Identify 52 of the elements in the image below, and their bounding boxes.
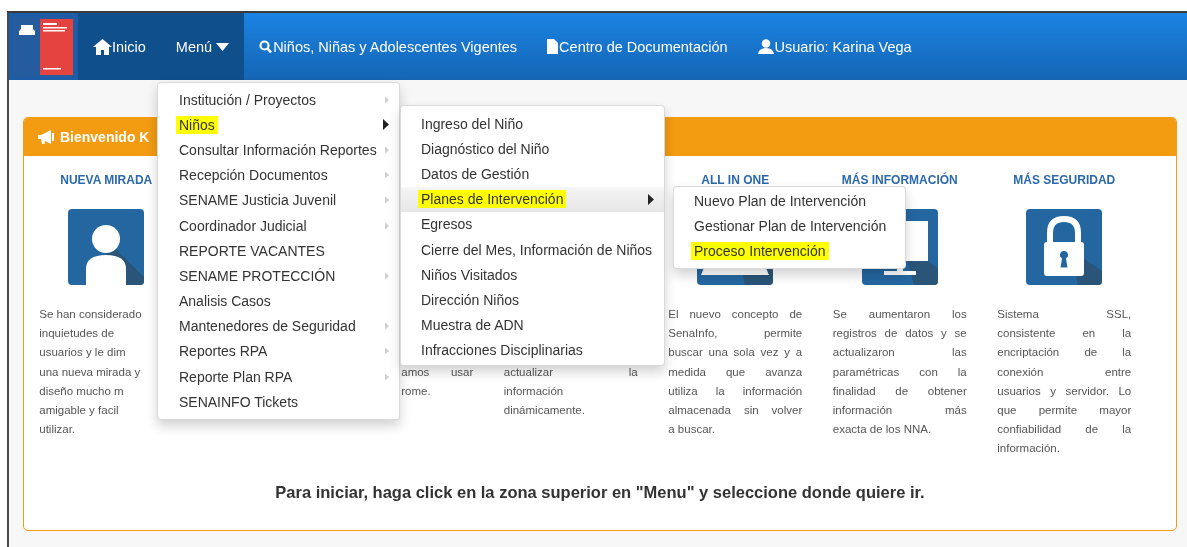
menu-item[interactable]: Infracciones Disciplinarias: [401, 337, 664, 363]
menu-item[interactable]: SENAINFO Tickets: [158, 389, 399, 415]
instruction-text: Para iniciar, haga click en la zona superior en "Menu" y seleccione donde quiere ir.: [274, 483, 926, 502]
menu-item[interactable]: Muestra de ADN: [401, 312, 664, 338]
menu-item[interactable]: Planes de Intervención: [401, 186, 664, 212]
document-icon: [547, 39, 559, 54]
column-description: actualizar la información dinámicamente.: [503, 364, 638, 418]
nav-link[interactable]: Inicio: [78, 13, 161, 80]
menu-item[interactable]: Proceso Intervención: [674, 238, 905, 264]
menu-item[interactable]: Recepción Documentos: [158, 162, 399, 188]
megaphone-icon: [38, 130, 56, 144]
menu-item[interactable]: Gestionar Plan de Intervención: [674, 213, 905, 239]
column-description: El nuevo concepto de SenaInfo, permite buscar una sola vez y a medida que avanza utiliza la información almacenada sin volver a buscar.: [668, 307, 803, 438]
column-description: amos usar rome.: [401, 364, 474, 399]
search-icon: [259, 39, 273, 54]
column-description: Sistema SSL, consistente en la encriptación de la conexión entre usuarios y servidor. Lo que permite mayor confiabilidad de la información.: [997, 307, 1132, 457]
menu-item[interactable]: Coordinador Judicial: [158, 212, 399, 239]
menu-item[interactable]: Dirección Niños: [401, 287, 664, 313]
nav-link[interactable]: Niños, Niñas y Adolescentes Vigentes: [244, 13, 533, 80]
menu-item[interactable]: Consultar Información Reportes: [158, 137, 399, 163]
column-title: MÁS INFORMACIÓN: [841, 173, 958, 187]
menu-item[interactable]: SENAME Justicia Juvenil: [158, 187, 399, 213]
menu-item[interactable]: Niños Visitados: [401, 262, 664, 288]
nav-link[interactable]: Menú: [160, 13, 245, 80]
column-description: Se han considerado inquietudes de usuarios y le dim una nueva mirada y diseño mucho m amigable y facil utilizar.: [39, 307, 143, 438]
caret-icon: [216, 42, 230, 51]
menu-item[interactable]: Egresos: [401, 211, 664, 237]
menu-item[interactable]: Mantenedores de Seguridad: [158, 313, 399, 339]
column-description: Se aumentaron los registros de datos y se actualizaron las paramétricas con la finalidad de obtener información más exacta de los NNA.: [832, 307, 967, 438]
menu-item[interactable]: Reporte Plan RPA: [158, 364, 399, 390]
logo-icon: [12, 16, 75, 77]
person-icon: [68, 209, 145, 285]
menu-item[interactable]: Diagnóstico del Niño: [401, 136, 664, 162]
menu-item[interactable]: Ingreso del Niño: [401, 111, 664, 137]
column-title: NUEVA MIRADA: [60, 173, 153, 187]
menu-item[interactable]: Datos de Gestión: [401, 161, 664, 187]
column-title: ALL IN ONE: [701, 173, 770, 187]
panel-title: Bienvenido K: [60, 129, 150, 145]
menu-item[interactable]: SENAME PROTECCIÓN: [158, 263, 399, 289]
menu-item[interactable]: Nuevo Plan de Intervención: [674, 188, 905, 214]
menu-item[interactable]: Niños: [158, 112, 399, 138]
menu-item[interactable]: Reportes RPA: [158, 338, 399, 365]
nav-link[interactable]: Centro de Documentación: [532, 13, 743, 80]
lock-icon: [1026, 209, 1103, 285]
menu-item[interactable]: REPORTE VACANTES: [158, 238, 399, 264]
home-icon: [93, 38, 112, 55]
menu-item[interactable]: Analisis Casos: [158, 288, 399, 314]
column-title: MÁS SEGURIDAD: [1013, 173, 1116, 187]
menu-item[interactable]: Institución / Proyectos: [158, 87, 399, 113]
user-icon: [757, 39, 774, 54]
menu-item[interactable]: Cierre del Mes, Información de Niños: [401, 236, 664, 263]
nav-link[interactable]: Usuario: Karina Vega: [742, 13, 927, 80]
